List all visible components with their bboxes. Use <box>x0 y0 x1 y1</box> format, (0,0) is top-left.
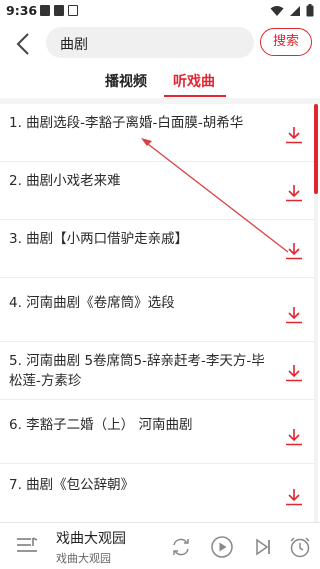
notification-icon <box>68 5 78 16</box>
tab-video[interactable]: 播视频 <box>105 71 147 91</box>
active-tab-indicator <box>164 95 226 97</box>
signal-icon <box>290 5 300 16</box>
tab-opera-audio[interactable]: 听戏曲 <box>173 71 215 91</box>
search-button[interactable]: 搜索 <box>260 28 312 56</box>
scrollbar[interactable] <box>314 104 318 522</box>
search-header: 曲剧 搜索 <box>0 22 320 66</box>
list-item[interactable]: 4. 河南曲剧《卷席筒》选段 <box>0 284 314 342</box>
player-title: 戏曲大观园 <box>56 531 126 547</box>
download-icon[interactable] <box>285 306 303 324</box>
download-icon[interactable] <box>285 126 303 144</box>
player-subtitle: 戏曲大观园 <box>56 552 111 565</box>
list-item[interactable]: 2. 曲剧小戏老来难 <box>0 162 314 220</box>
repeat-icon[interactable] <box>170 536 192 558</box>
back-button[interactable] <box>10 30 38 58</box>
scrollbar-thumb[interactable] <box>314 104 318 194</box>
item-title: 3. 曲剧【小两口借驴走亲戚】 <box>9 231 189 247</box>
notification-icon <box>40 5 50 16</box>
battery-icon <box>306 4 314 17</box>
item-title: 6. 李豁子二婚（上） 河南曲剧 <box>9 417 193 433</box>
download-icon[interactable] <box>285 488 303 506</box>
mini-player[interactable]: 戏曲大观园 戏曲大观园 <box>0 522 320 569</box>
wifi-icon <box>270 5 284 16</box>
item-title: 5. 河南曲剧 5卷席筒5-辞亲赶考-李天方-毕松莲-方素珍 <box>9 353 265 387</box>
list-item[interactable]: 3. 曲剧【小两口借驴走亲戚】 <box>0 220 314 278</box>
download-icon[interactable] <box>285 364 303 382</box>
divider <box>0 463 314 464</box>
status-bar: 9:36 <box>0 0 320 22</box>
download-icon[interactable] <box>285 428 303 446</box>
list-item[interactable]: 6. 李豁子二婚（上） 河南曲剧 <box>0 406 314 464</box>
item-title: 2. 曲剧小戏老来难 <box>9 173 121 189</box>
search-input[interactable]: 曲剧 <box>46 27 254 58</box>
notification-icon <box>54 5 64 16</box>
chevron-left-icon <box>16 33 29 55</box>
skip-next-icon[interactable] <box>252 536 274 558</box>
play-icon[interactable] <box>211 536 233 558</box>
download-icon[interactable] <box>285 184 303 202</box>
download-icon[interactable] <box>285 242 303 260</box>
item-title: 4. 河南曲剧《卷席筒》选段 <box>9 295 175 311</box>
list-item[interactable]: 7. 曲剧《包公辞朝》 <box>0 466 314 522</box>
category-tabs: 播视频 听戏曲 <box>0 66 320 98</box>
status-time: 9:36 <box>6 3 38 18</box>
list-item[interactable]: 5. 河南曲剧 5卷席筒5-辞亲赶考-李天方-毕松莲-方素珍 <box>0 342 314 400</box>
item-title: 1. 曲剧选段-李豁子离婚-白面膜-胡希华 <box>9 115 244 131</box>
search-input-value: 曲剧 <box>60 37 88 53</box>
list-item[interactable]: 1. 曲剧选段-李豁子离婚-白面膜-胡希华 <box>0 104 314 162</box>
playlist-icon[interactable] <box>16 536 38 556</box>
divider <box>0 277 314 278</box>
status-icons <box>270 4 314 17</box>
timer-icon[interactable] <box>289 536 311 558</box>
results-list: 1. 曲剧选段-李豁子离婚-白面膜-胡希华 2. 曲剧小戏老来难 3. 曲剧【小… <box>0 104 320 522</box>
item-title: 7. 曲剧《包公辞朝》 <box>9 477 135 493</box>
divider <box>0 399 314 400</box>
